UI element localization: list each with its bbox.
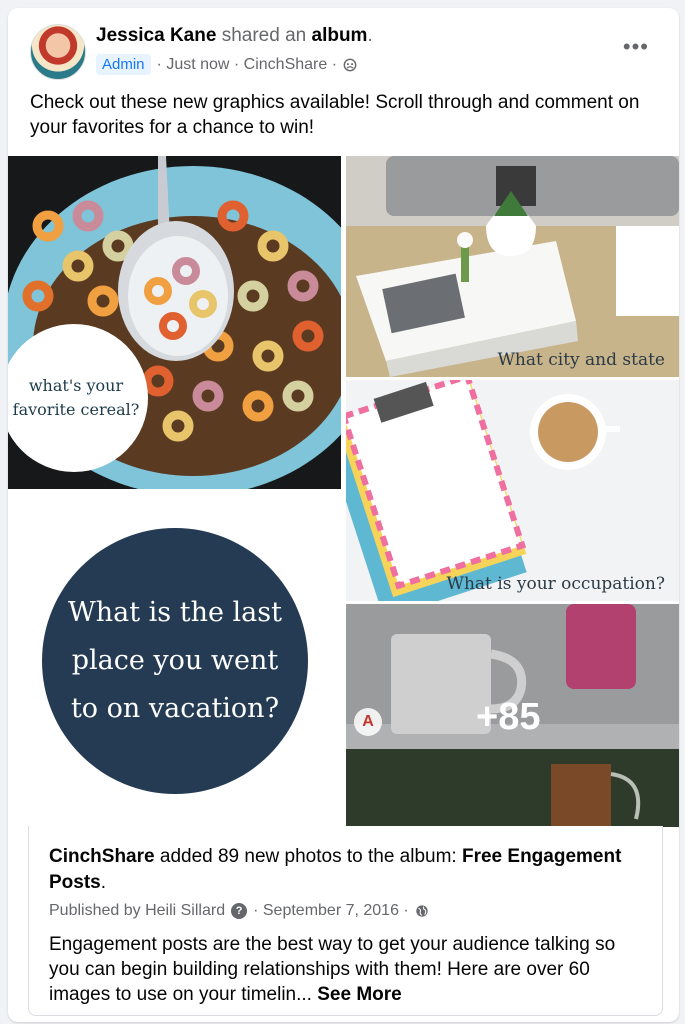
post-text: Check out these new graphics available! … xyxy=(30,92,640,138)
album-photo-cereal[interactable]: what's your favorite cereal? xyxy=(8,156,341,489)
preview-title: CinchShare added 89 new photos to the al… xyxy=(49,844,639,896)
album-link[interactable]: album xyxy=(312,25,368,46)
album-link-preview[interactable]: CinchShare added 89 new photos to the al… xyxy=(28,826,663,1016)
album-photo-more[interactable]: A +85 xyxy=(346,604,679,827)
city-caption: What city and state xyxy=(497,350,665,370)
clipboard-image xyxy=(346,380,679,601)
post-timestamp[interactable]: Just now xyxy=(166,56,229,74)
preview-description: Engagement posts are the best way to get… xyxy=(49,932,649,1007)
page-name[interactable]: CinchShare xyxy=(244,56,328,74)
group-icon xyxy=(343,58,357,71)
post-header: Jessica Kane shared an album. xyxy=(96,25,373,47)
album-photo-occupation[interactable]: What is your occupation? xyxy=(346,380,679,601)
more-options-icon[interactable]: ••• xyxy=(623,34,649,60)
globe-icon xyxy=(416,905,428,917)
occupation-caption: What is your occupation? xyxy=(446,574,666,594)
preview-period: . xyxy=(100,872,107,893)
preview-date[interactable]: September 7, 2016 xyxy=(263,902,399,920)
meta-separator: · xyxy=(398,902,409,919)
post-meta: Admin · Just now · CinchShare · xyxy=(96,54,357,75)
header-period: . xyxy=(367,25,373,46)
meta-separator: · xyxy=(156,55,167,73)
meta-separator: · xyxy=(253,902,263,919)
help-icon[interactable]: ? xyxy=(231,903,248,919)
action-text: shared an xyxy=(221,25,307,46)
published-by: Published by Heili Sillard xyxy=(49,902,226,919)
meta-separator: · xyxy=(327,55,338,73)
meta-separator: · xyxy=(229,55,244,73)
admin-badge: Admin xyxy=(96,54,151,75)
preview-source[interactable]: CinchShare xyxy=(49,846,155,867)
author-name[interactable]: Jessica Kane xyxy=(96,25,216,46)
preview-added-text: added 89 new photos to the album: xyxy=(154,846,462,867)
album-photo-vacation[interactable]: What is the last place you went to on va… xyxy=(8,494,341,827)
watermark-badge: A xyxy=(354,708,382,736)
post-card: Jessica Kane shared an album. Admin · Ju… xyxy=(8,8,679,1022)
preview-meta: Published by Heili Sillard ? · September… xyxy=(49,902,429,920)
see-more-link[interactable]: See More xyxy=(317,984,401,1005)
author-avatar[interactable] xyxy=(30,24,86,80)
more-photos-count[interactable]: +85 xyxy=(476,696,540,739)
vacation-caption: What is the last place you went to on va… xyxy=(42,528,308,794)
living-room-image xyxy=(346,156,679,377)
album-photo-city[interactable]: What city and state xyxy=(346,156,679,377)
